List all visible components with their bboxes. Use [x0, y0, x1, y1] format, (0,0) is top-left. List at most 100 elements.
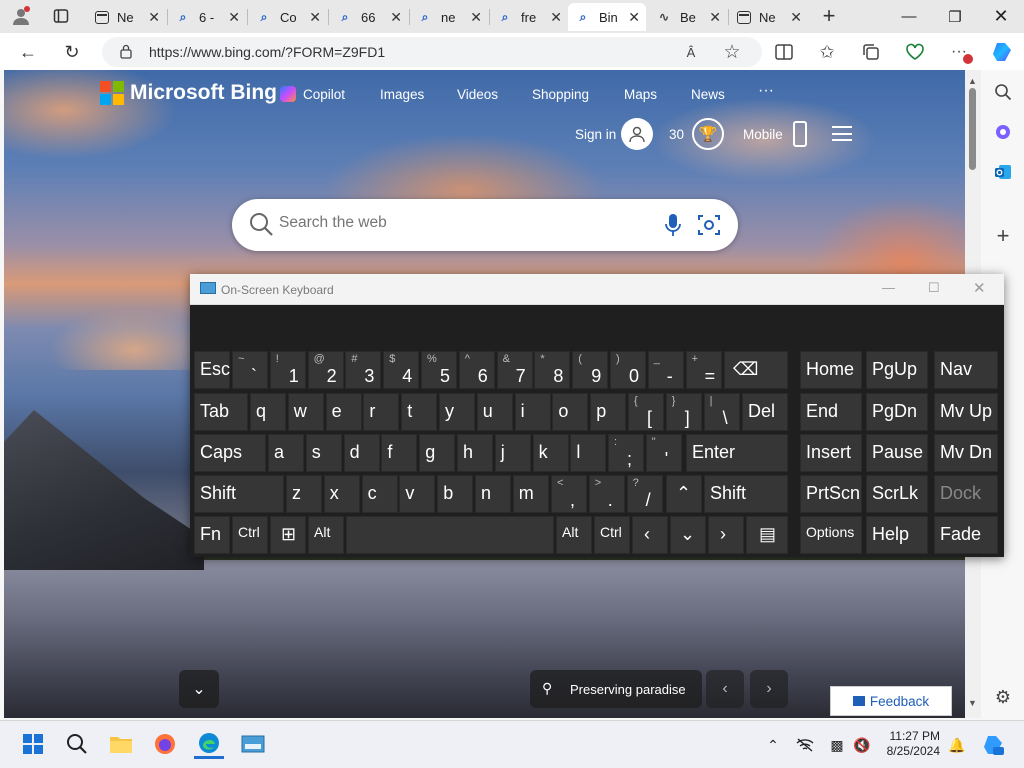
previous-image-icon[interactable]: ‹ — [706, 670, 744, 708]
sign-in-link[interactable]: Sign in — [575, 127, 616, 142]
search-input[interactable] — [279, 214, 639, 232]
osk-close-button[interactable]: ✕ — [973, 279, 986, 297]
favorites-icon[interactable]: ✩ — [813, 38, 841, 66]
key-c[interactable]: c — [361, 475, 398, 513]
key-num-1[interactable]: ! 1 — [269, 351, 306, 389]
key-num-4[interactable]: $4 — [383, 351, 420, 389]
key-dock[interactable]: Dock — [934, 475, 998, 513]
key-insert[interactable]: Insert — [800, 434, 862, 472]
key-num-9[interactable]: (9 — [572, 351, 609, 389]
start-windows-icon[interactable] — [18, 729, 48, 759]
key-zsym-0[interactable]: <, — [551, 475, 587, 513]
key-del[interactable]: Del — [742, 393, 788, 431]
key-options[interactable]: Options — [800, 516, 862, 554]
key-p[interactable]: p — [590, 393, 627, 431]
copilot-sidebar-icon[interactable] — [988, 38, 1016, 66]
nav-copilot[interactable]: Copilot — [303, 87, 345, 102]
volume-muted-icon[interactable]: 🔇 — [852, 735, 872, 755]
key-ctrl-right[interactable]: Ctrl — [594, 516, 630, 554]
minimize-button[interactable]: — — [886, 0, 932, 33]
key-h[interactable]: h — [457, 434, 493, 472]
key-j[interactable]: j — [494, 434, 531, 472]
osk-maximize-button[interactable]: ☐ — [928, 280, 940, 296]
sidebar-search-icon[interactable] — [991, 80, 1015, 104]
rewards-points[interactable]: 30 — [669, 127, 684, 142]
key-v[interactable]: v — [399, 475, 436, 513]
mobile-link[interactable]: Mobile — [743, 127, 783, 142]
key-num-0[interactable]: ~ ` — [232, 351, 268, 389]
tab-4[interactable]: ⌕ 66 ✕ — [330, 3, 408, 31]
key-b[interactable]: b — [437, 475, 474, 513]
key-arrow-left[interactable]: ‹ — [632, 516, 668, 554]
image-location-button[interactable]: ⚲ Preserving paradise — [530, 670, 702, 708]
key-x[interactable]: x — [323, 475, 360, 513]
tab-7[interactable]: ⌕ Bin ✕ — [568, 3, 646, 31]
key-num-12[interactable]: + = — [685, 351, 722, 389]
microphone-icon[interactable] — [664, 213, 682, 237]
key-shift-left[interactable]: Shift — [194, 475, 284, 513]
key-mvdn[interactable]: Mv Dn — [934, 434, 998, 472]
profile-icon[interactable] — [8, 4, 34, 28]
tab-close-icon[interactable]: ✕ — [470, 9, 482, 26]
key-num-3[interactable]: #3 — [345, 351, 382, 389]
key-scrlk[interactable]: ScrLk — [866, 475, 928, 513]
key-fade[interactable]: Fade — [934, 516, 998, 554]
key-l[interactable]: l — [570, 434, 607, 472]
key-s[interactable]: s — [305, 434, 342, 472]
nav-images[interactable]: Images — [380, 87, 424, 102]
copilot-taskbar-icon[interactable] — [981, 735, 1005, 755]
edge-taskbar-icon[interactable] — [194, 729, 224, 759]
restore-button[interactable]: ❐ — [932, 0, 978, 33]
display-icon[interactable]: ▩ — [827, 735, 847, 755]
tab-9[interactable]: Ne ✕ — [730, 3, 808, 31]
key-enter[interactable]: Enter — [686, 434, 788, 472]
close-window-button[interactable]: ✕ — [978, 0, 1024, 33]
key-g[interactable]: g — [419, 434, 456, 472]
key-caps[interactable]: Caps — [194, 434, 266, 472]
key-n[interactable]: n — [475, 475, 511, 513]
key-num-2[interactable]: @2 — [307, 351, 344, 389]
key-t[interactable]: t — [401, 393, 438, 431]
refresh-button[interactable]: ↻ — [58, 38, 86, 66]
tab-actions-icon[interactable] — [48, 4, 74, 28]
key-alt-left[interactable]: Alt — [308, 516, 344, 554]
mobile-phone-icon[interactable] — [793, 121, 807, 147]
key-m[interactable]: m — [512, 475, 549, 513]
system-clock[interactable]: 11:27 PM 8/25/2024 — [880, 729, 940, 759]
nav-more-icon[interactable]: ··· — [758, 82, 774, 100]
key-esc[interactable]: Esc — [194, 351, 230, 389]
nav-maps[interactable]: Maps — [624, 87, 657, 102]
visual-search-icon[interactable] — [697, 213, 721, 237]
key-fn[interactable]: Fn — [194, 516, 230, 554]
tab-close-icon[interactable]: ✕ — [390, 9, 402, 26]
tab-3[interactable]: ⌕ Co ✕ — [249, 3, 327, 31]
key-num-10[interactable]: ) 0 — [610, 351, 646, 389]
key-ctrl-left[interactable]: Ctrl — [232, 516, 268, 554]
scroll-down-arrow-icon[interactable]: ▼ — [968, 698, 977, 708]
key-z[interactable]: z — [286, 475, 322, 513]
nav-news[interactable]: News — [691, 87, 725, 102]
notifications-bell-icon[interactable]: 🔔 — [947, 735, 967, 755]
user-avatar-icon[interactable] — [621, 118, 653, 150]
search-box[interactable] — [232, 199, 738, 251]
key-num-7[interactable]: & 7 — [496, 351, 533, 389]
key-qsym-1[interactable]: }] — [665, 393, 702, 431]
osk-minimize-button[interactable]: — — [882, 280, 895, 295]
key-end[interactable]: End — [800, 393, 862, 431]
key-e[interactable]: e — [325, 393, 362, 431]
key-mvup[interactable]: Mv Up — [934, 393, 998, 431]
key-y[interactable]: y — [439, 393, 475, 431]
key-asym-0[interactable]: :; — [608, 434, 644, 472]
tab-close-icon[interactable]: ✕ — [309, 9, 321, 26]
key-menu[interactable]: ▤ — [746, 516, 788, 554]
performance-icon[interactable] — [901, 38, 929, 66]
split-screen-icon[interactable] — [770, 38, 798, 66]
key-prtscn[interactable]: PrtScn — [800, 475, 862, 513]
show-hidden-icons-chevron-icon[interactable]: ⌃ — [763, 735, 783, 755]
key-shift-right[interactable]: Shift — [704, 475, 788, 513]
file-explorer-icon[interactable] — [106, 729, 136, 759]
tab-1[interactable]: Ne ✕ — [88, 3, 166, 31]
key-arrow-right[interactable]: › — [708, 516, 744, 554]
bing-logo[interactable]: Microsoft Bing — [100, 81, 277, 105]
sidebar-add-icon[interactable]: + — [991, 223, 1015, 248]
